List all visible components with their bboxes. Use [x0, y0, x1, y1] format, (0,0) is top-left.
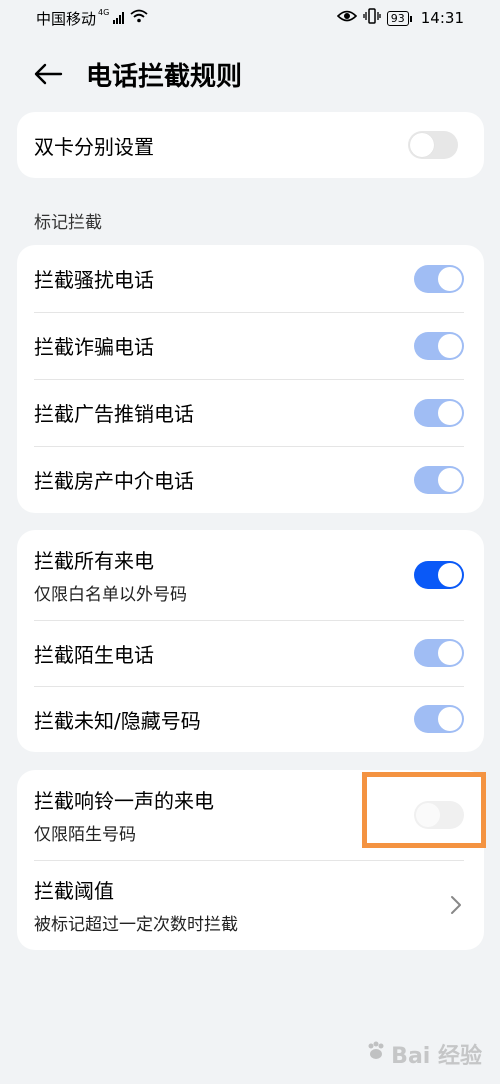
eye-icon — [336, 9, 357, 27]
row-label: 拦截广告推销电话 — [34, 402, 194, 426]
row-text: 拦截响铃一声的来电 仅限陌生号码 — [34, 785, 214, 845]
row-label: 拦截骚扰电话 — [34, 268, 154, 292]
real-estate-toggle[interactable] — [414, 465, 464, 494]
vibrate-icon — [363, 8, 381, 28]
fraud-toggle[interactable] — [414, 331, 464, 360]
row-subtitle: 被标记超过一定次数时拦截 — [34, 915, 238, 935]
app-header: 电话拦截规则 — [0, 48, 500, 100]
section-label-mark: 标记拦截 — [34, 213, 102, 233]
row-label: 拦截阈值 — [34, 879, 114, 903]
watermark: Bai 经验 — [365, 1038, 482, 1070]
list-item[interactable]: 拦截阈值 被标记超过一定次数时拦截 — [17, 860, 484, 950]
row-label: 拦截响铃一声的来电 — [34, 789, 214, 813]
harassment-toggle[interactable] — [414, 264, 464, 293]
row-label: 拦截诈骗电话 — [34, 335, 154, 359]
watermark-text: Bai 经验 — [391, 1044, 482, 1069]
battery-icon: 93 — [386, 10, 412, 26]
chevron-right-icon — [448, 894, 464, 916]
signal-icon — [113, 12, 125, 24]
row-label: 拦截陌生电话 — [34, 642, 154, 667]
call-intercept-card: 拦截所有来电 仅限白名单以外号码 拦截陌生电话 拦截未知/隐藏号码 — [17, 530, 484, 752]
paw-icon — [365, 1040, 387, 1068]
list-item[interactable]: 拦截陌生电话 — [17, 620, 484, 686]
unknown-number-toggle[interactable] — [414, 705, 464, 733]
status-left: 中国移动 4G — [36, 8, 148, 29]
carrier-name: 中国移动 — [36, 9, 97, 28]
row-label: 拦截房产中介电话 — [34, 469, 194, 493]
ads-toggle[interactable] — [414, 398, 464, 427]
list-item[interactable]: 拦截未知/隐藏号码 — [17, 686, 484, 752]
list-item[interactable]: 拦截所有来电 仅限白名单以外号码 — [17, 530, 484, 620]
row-text: 拦截阈值 被标记超过一定次数时拦截 — [34, 875, 238, 935]
status-right: 93 14:31 — [336, 8, 464, 28]
row-text: 拦截所有来电 仅限白名单以外号码 — [34, 545, 187, 605]
row-subtitle: 仅限白名单以外号码 — [34, 585, 187, 605]
back-arrow-icon — [34, 63, 63, 85]
network-type: 4G — [98, 7, 110, 17]
clock: 14:31 — [420, 9, 464, 27]
list-item[interactable]: 拦截房产中介电话 — [17, 446, 484, 513]
all-calls-toggle[interactable] — [414, 561, 464, 589]
row-subtitle: 仅限陌生号码 — [34, 825, 136, 845]
list-item[interactable]: 拦截诈骗电话 — [17, 312, 484, 379]
row-label: 拦截所有来电 — [34, 549, 154, 573]
mark-intercept-card: 拦截骚扰电话 拦截诈骗电话 拦截广告推销电话 拦截房产中介电话 — [17, 245, 484, 513]
status-bar: 中国移动 4G 93 14:31 — [0, 0, 500, 36]
list-item[interactable]: 拦截骚扰电话 — [17, 245, 484, 312]
stranger-toggle[interactable] — [414, 639, 464, 667]
row-label: 拦截未知/隐藏号码 — [34, 708, 201, 733]
annotation-highlight — [362, 772, 486, 848]
dual-sim-row[interactable]: 双卡分别设置 — [17, 112, 484, 178]
back-button[interactable] — [28, 54, 68, 94]
wifi-icon — [130, 9, 148, 27]
list-item[interactable]: 拦截广告推销电话 — [17, 379, 484, 446]
dual-sim-label: 双卡分别设置 — [34, 134, 154, 159]
dual-sim-toggle[interactable] — [408, 131, 458, 159]
page-title: 电话拦截规则 — [86, 61, 243, 92]
dual-sim-card: 双卡分别设置 — [17, 112, 484, 178]
